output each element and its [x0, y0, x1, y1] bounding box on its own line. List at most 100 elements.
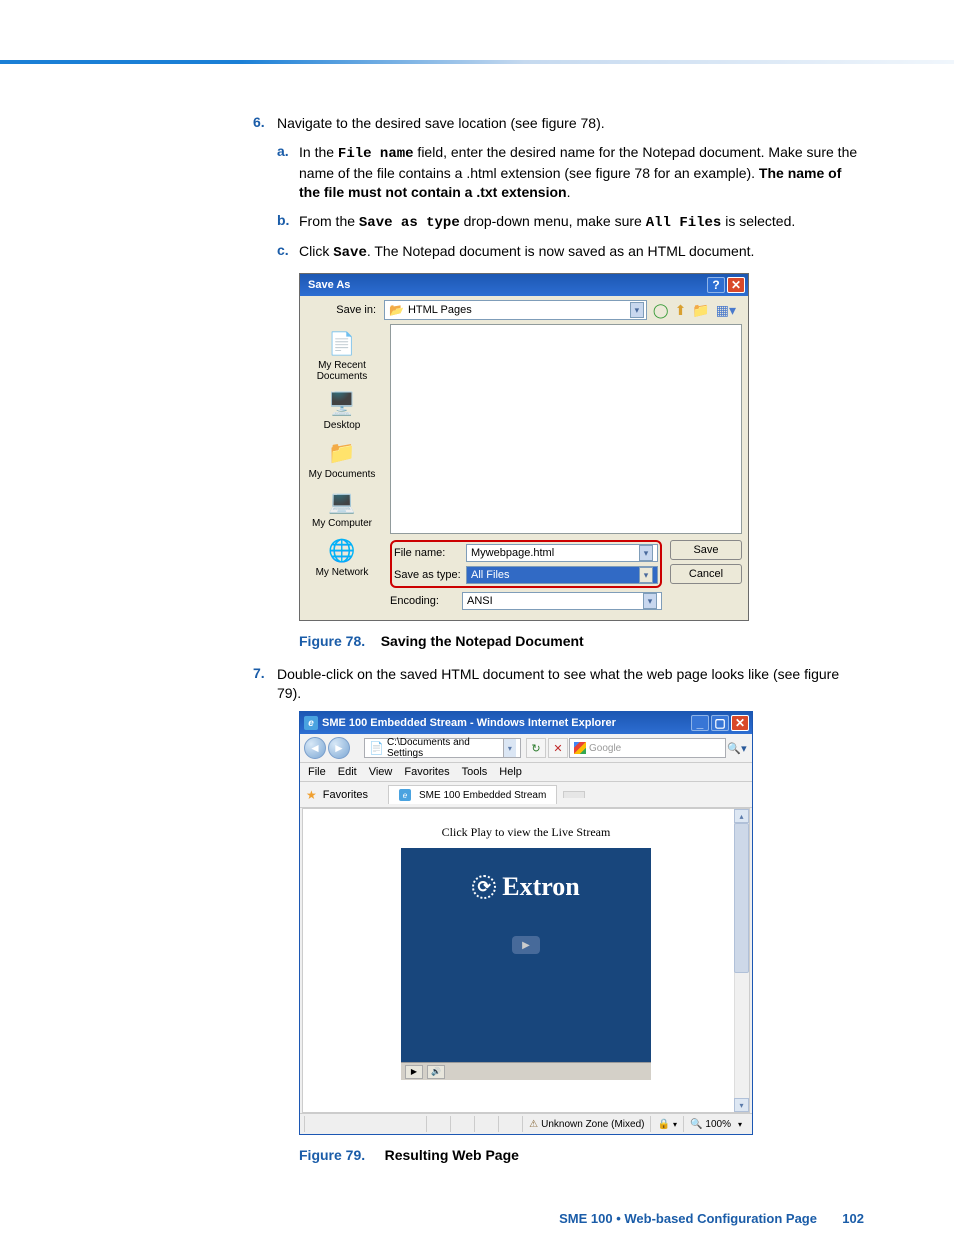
- browser-content: ▴ ▾ Click Play to view the Live Stream ⟳…: [302, 808, 750, 1113]
- search-icon[interactable]: 🔍▾: [727, 738, 747, 758]
- play-button[interactable]: ▶: [512, 936, 540, 954]
- saveas-dialog: Save As ? ✕ Save in: 📂 HTML Pages ▾ ◯ ⬆ …: [299, 273, 749, 621]
- scrollbar[interactable]: ▴ ▾: [734, 809, 749, 1112]
- page-content: 6. Navigate to the desired save location…: [0, 114, 954, 1163]
- filename-input[interactable]: Mywebpage.html ▾: [466, 544, 658, 562]
- figure-79-caption: Figure 79. Resulting Web Page: [299, 1147, 864, 1163]
- zoom-control[interactable]: 🔍 100% ▾: [683, 1116, 748, 1132]
- sub-text: Click Save. The Notepad document is now …: [299, 242, 864, 263]
- sub-marker: c.: [277, 242, 299, 263]
- ie-status-bar: ⚠ Unknown Zone (Mixed) 🔒▾ 🔍 100% ▾: [300, 1113, 752, 1134]
- extron-logo: ⟳ Extron: [401, 848, 651, 902]
- star-icon: ★: [306, 788, 317, 802]
- step-6a: a. In the File name field, enter the des…: [253, 143, 864, 202]
- filename-label: File name:: [394, 547, 466, 559]
- chevron-down-icon[interactable]: ▾: [643, 593, 657, 609]
- computer-icon: 💻: [327, 488, 357, 516]
- code-file-name: File name: [338, 146, 414, 162]
- page-number: 102: [842, 1211, 864, 1226]
- ie-titlebar: e SME 100 Embedded Stream - Windows Inte…: [300, 712, 752, 734]
- new-tab-button[interactable]: [563, 791, 585, 798]
- ie-nav-toolbar: ◄ ► 📄 C:\Documents and Settings ▾ ↻ ✕ Go…: [300, 734, 752, 763]
- chevron-down-icon[interactable]: ▾: [639, 567, 653, 583]
- sidebar-network[interactable]: 🌐 My Network: [302, 537, 382, 578]
- saveas-sidebar: 📄 My Recent Documents 🖥️ Desktop 📁 My Do…: [300, 324, 384, 620]
- back-button[interactable]: ◄: [304, 737, 326, 759]
- menu-favorites[interactable]: Favorites: [404, 766, 449, 778]
- back-icon[interactable]: ◯: [653, 302, 669, 319]
- search-input[interactable]: Google: [569, 738, 726, 758]
- video-player: ⟳ Extron ▶ ▶ 🔊: [401, 848, 651, 1080]
- new-folder-icon[interactable]: 📁: [692, 302, 709, 319]
- sub-text: From the Save as type drop-down menu, ma…: [299, 212, 864, 233]
- saveastype-input[interactable]: All Files ▾: [466, 566, 658, 584]
- step-6: 6. Navigate to the desired save location…: [253, 114, 864, 133]
- maximize-icon[interactable]: ▢: [711, 715, 729, 731]
- sidebar-desktop[interactable]: 🖥️ Desktop: [302, 390, 382, 431]
- code-save: Save: [333, 245, 367, 261]
- address-bar[interactable]: 📄 C:\Documents and Settings ▾: [364, 738, 521, 758]
- documents-icon: 📁: [327, 439, 357, 467]
- step-text: Navigate to the desired save location (s…: [277, 114, 864, 133]
- saveastype-label: Save as type:: [394, 569, 466, 581]
- chevron-down-icon[interactable]: ▾: [503, 739, 516, 757]
- favorites-bar: ★ Favorites e SME 100 Embedded Stream: [300, 782, 752, 808]
- savein-combo[interactable]: 📂 HTML Pages ▾: [384, 300, 647, 320]
- sidebar-documents[interactable]: 📁 My Documents: [302, 439, 382, 480]
- ie-menu-bar: File Edit View Favorites Tools Help: [300, 763, 752, 782]
- sub-marker: a.: [277, 143, 299, 202]
- play-icon[interactable]: ▶: [405, 1065, 423, 1079]
- save-button[interactable]: Save: [670, 540, 742, 560]
- step-6c: c. Click Save. The Notepad document is n…: [253, 242, 864, 263]
- encoding-input[interactable]: ANSI ▾: [462, 592, 662, 610]
- menu-help[interactable]: Help: [499, 766, 522, 778]
- code-all-files: All Files: [646, 215, 722, 231]
- highlight-box: File name: Mywebpage.html ▾ Save: [390, 540, 662, 588]
- close-icon[interactable]: ✕: [727, 277, 745, 293]
- scroll-up-icon[interactable]: ▴: [734, 809, 749, 823]
- minimize-icon[interactable]: _: [691, 715, 709, 731]
- chevron-down-icon[interactable]: ▾: [630, 302, 644, 318]
- volume-icon[interactable]: 🔊: [427, 1065, 445, 1079]
- savein-row: Save in: 📂 HTML Pages ▾ ◯ ⬆ 📁 ▦▾: [300, 296, 748, 324]
- status-empty: [304, 1116, 426, 1132]
- menu-view[interactable]: View: [369, 766, 393, 778]
- cancel-button[interactable]: Cancel: [670, 564, 742, 584]
- help-icon[interactable]: ?: [707, 277, 725, 293]
- ie-title: SME 100 Embedded Stream - Windows Intern…: [322, 717, 689, 729]
- menu-edit[interactable]: Edit: [338, 766, 357, 778]
- step-number: 7.: [253, 665, 277, 703]
- favorites-label[interactable]: Favorites: [323, 789, 368, 801]
- ie-icon: e: [399, 789, 411, 801]
- menu-file[interactable]: File: [308, 766, 326, 778]
- stream-instruction: Click Play to view the Live Stream: [303, 809, 749, 848]
- scroll-down-icon[interactable]: ▾: [734, 1098, 749, 1112]
- browser-tab[interactable]: e SME 100 Embedded Stream: [388, 785, 557, 804]
- stop-icon[interactable]: ✕: [548, 738, 568, 758]
- refresh-icon[interactable]: ↻: [526, 738, 546, 758]
- page-footer: SME 100 • Web-based Configuration Page 1…: [559, 1211, 864, 1226]
- scroll-thumb[interactable]: [734, 823, 749, 973]
- menu-tools[interactable]: Tools: [462, 766, 488, 778]
- encoding-label: Encoding:: [390, 595, 462, 607]
- saveas-title: Save As: [308, 279, 705, 291]
- close-icon[interactable]: ✕: [731, 715, 749, 731]
- step-text: Double-click on the saved HTML document …: [277, 665, 864, 703]
- ie-icon: e: [304, 716, 318, 730]
- google-icon: [574, 742, 586, 754]
- desktop-icon: 🖥️: [327, 390, 357, 418]
- network-icon: 🌐: [327, 537, 357, 565]
- figure-78-caption: Figure 78. Saving the Notepad Document: [299, 633, 864, 649]
- chevron-down-icon[interactable]: ▾: [639, 545, 653, 561]
- views-icon[interactable]: ▦▾: [716, 302, 736, 319]
- sidebar-computer[interactable]: 💻 My Computer: [302, 488, 382, 529]
- file-listing[interactable]: [390, 324, 742, 534]
- forward-button[interactable]: ►: [328, 737, 350, 759]
- protected-mode-icon[interactable]: 🔒▾: [650, 1116, 682, 1132]
- sub-marker: b.: [277, 212, 299, 233]
- step-6b: b. From the Save as type drop-down menu,…: [253, 212, 864, 233]
- sidebar-recent[interactable]: 📄 My Recent Documents: [302, 330, 382, 382]
- step-7: 7. Double-click on the saved HTML docume…: [253, 665, 864, 703]
- swirl-icon: ⟳: [472, 875, 496, 899]
- up-icon[interactable]: ⬆: [675, 302, 687, 319]
